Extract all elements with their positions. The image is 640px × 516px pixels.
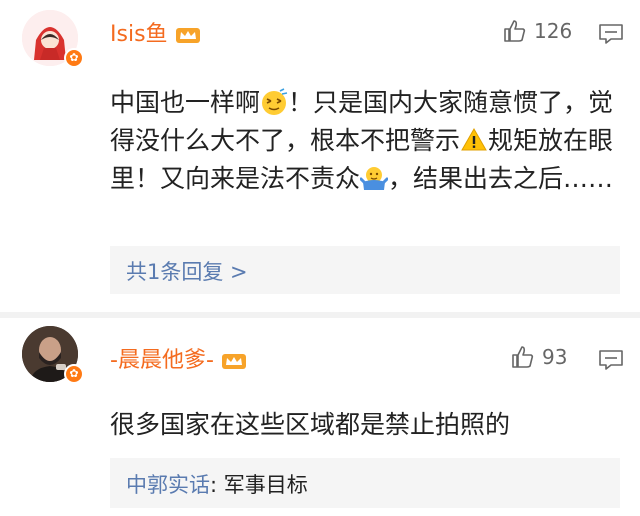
username[interactable]: -晨晨他爹- — [110, 342, 247, 374]
comment-text-part: ，结果出去之后…… — [388, 164, 614, 193]
comment-item: ✿ -晨晨他爹- 93 很多国家在这些区域都是禁止拍照的 中郭实话: 军事目标 — [0, 318, 640, 516]
like-count: 93 — [542, 345, 568, 369]
dizzy-face-emoji-icon — [262, 88, 288, 115]
comment-text: 很多国家在这些区域都是禁止拍照的 — [110, 410, 511, 439]
username-text[interactable]: -晨晨他爹- — [110, 348, 214, 373]
verified-badge-icon: ✿ — [64, 48, 84, 68]
comment-text: 中国也一样啊 ！只是国内大家随意惯了，觉得没什么大不了，根本不把警示 规矩放在眼… — [110, 84, 620, 198]
reply-preview-box[interactable]: 中郭实话: 军事目标 — [110, 458, 620, 508]
verified-badge-icon: ✿ — [64, 364, 84, 384]
crown-badge-icon — [175, 28, 200, 43]
username[interactable]: Isis鱼 — [110, 16, 201, 48]
shrug-face-emoji-icon — [360, 167, 389, 190]
thumbs-up-icon — [504, 20, 526, 42]
crown-badge-icon — [221, 354, 246, 369]
username-text[interactable]: Isis鱼 — [110, 22, 168, 47]
like-count: 126 — [534, 19, 573, 43]
view-replies-link[interactable]: 共1条回复 > — [126, 260, 248, 284]
reply-icon[interactable] — [598, 348, 624, 372]
like-button[interactable]: 126 — [502, 18, 572, 44]
reply-author-link[interactable]: 中郭实话 — [126, 473, 210, 497]
thumbs-up-icon — [512, 346, 534, 368]
reply-summary-box[interactable]: 共1条回复 > — [110, 246, 620, 294]
like-button[interactable]: 93 — [510, 344, 567, 370]
warning-sign-emoji-icon — [461, 127, 487, 151]
comment-text-part: 中国也一样啊 — [110, 88, 261, 117]
reply-text: : 军事目标 — [210, 473, 308, 497]
comment-item: ✿ Isis鱼 126 中国也一样啊 ！只是国内大家随意惯了，觉得没什么大不了，… — [0, 0, 640, 312]
reply-icon[interactable] — [598, 22, 624, 46]
